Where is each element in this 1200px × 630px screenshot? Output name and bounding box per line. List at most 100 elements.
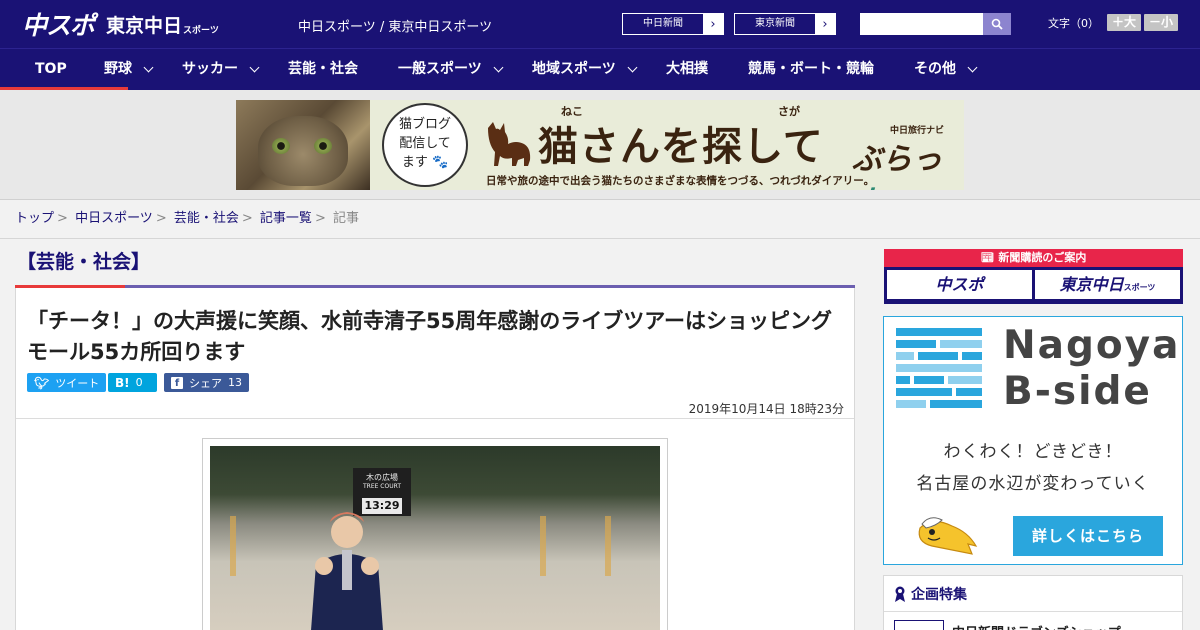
logo-sub-text: 東京中日 (106, 14, 183, 37)
breadcrumb-link[interactable]: 記事一覧 (260, 211, 312, 226)
tokyo-shimbun-link[interactable]: 東京新聞 › (734, 13, 836, 35)
breadcrumb-current: 記事 (332, 211, 359, 226)
logo-chuspo: 中スポ (22, 11, 95, 40)
cat-face (258, 116, 348, 186)
nav-item-racing[interactable]: 競馬・ボート・競輪 (748, 49, 874, 90)
facebook-share-button[interactable]: f シェア 13 (164, 373, 249, 392)
cat-photo (236, 100, 370, 190)
nav-item-top[interactable]: TOP (35, 49, 67, 90)
feature-item-label: 中日新聞ドラゴンズショップ (952, 622, 1121, 630)
chevron-down-icon (967, 62, 978, 73)
nav-label: 野球 (104, 61, 132, 77)
facebook-share-count: 13 (228, 376, 242, 389)
search-button[interactable] (983, 13, 1011, 35)
ext-link-label: 中日新聞 (623, 14, 703, 34)
search-input[interactable] (860, 13, 983, 35)
search-box (860, 13, 1011, 35)
article-headline: 「チータ！」の大声援に笑顔、水前寺清子55周年感謝のライブツアーはショッピングモ… (27, 309, 832, 364)
fried-shrimp-mascot-icon (918, 517, 978, 555)
article-datetime: 2019年10月14日 18時23分 (688, 402, 844, 416)
banner-title: 猫さんを探して (538, 124, 824, 170)
nav-label: 地域スポーツ (532, 61, 616, 77)
font-size-label: 文字（0） (1048, 16, 1099, 30)
nav-item-general-sports[interactable]: 一般スポーツ (398, 49, 504, 90)
nav-item-soccer[interactable]: サッカー (182, 49, 260, 90)
subscription-papers: 中スポ 東京中日スポーツ (884, 267, 1183, 302)
nav-item-sumo[interactable]: 大相撲 (666, 49, 708, 90)
chevron-right-icon: › (710, 16, 716, 32)
bside-title-2: B-side (1003, 369, 1152, 414)
facebook-icon: f (171, 376, 183, 389)
page-content: 【芸能・社会】 「チータ！」の大声援に笑顔、水前寺清子55周年感謝のライブツアー… (0, 239, 1200, 630)
photo-sign-en: TREE COURT (362, 483, 402, 490)
main-nav: TOP 野球 サッカー 芸能・社会 一般スポーツ 地域スポーツ 大相撲 競馬・ボ… (0, 48, 1200, 90)
bubble-line-text: ます (401, 155, 428, 170)
nav-label: TOP (35, 61, 67, 77)
paper-chuspo: 中スポ (887, 270, 1032, 299)
breadcrumb-link[interactable]: 芸能・社会 (174, 211, 239, 226)
paper-tokyo-chunichi: 東京中日スポーツ (1035, 270, 1180, 299)
bside-details-button[interactable]: 詳しくはこちら (1013, 516, 1163, 556)
hatena-count: 0 (135, 376, 143, 389)
breadcrumb-link[interactable]: トップ (15, 211, 54, 226)
chunichi-shimbun-link[interactable]: 中日新聞 › (622, 13, 724, 35)
bside-copy-1: わくわく！どきどき！ (943, 442, 1123, 462)
nav-label: その他 (914, 61, 956, 77)
cat-blog-banner[interactable]: 猫ブログ 配信して ます 🐾 ねこ さが 猫さんを探して 中日旅行ナビ ぶらっ人… (236, 100, 964, 190)
site-logo[interactable]: 中スポ 東京中日 スポーツ (22, 0, 219, 48)
photo-sign-text: 木の広場 (366, 473, 398, 482)
photo-lamp (605, 516, 611, 576)
nav-item-local-sports[interactable]: 地域スポーツ (532, 49, 638, 90)
breadcrumb-separator: > (155, 211, 167, 226)
ext-link-label: 東京新聞 (735, 14, 815, 34)
nav-item-other[interactable]: その他 (914, 49, 978, 90)
feature-section: 企画特集 中日新聞ドラゴンズショップ (883, 575, 1183, 630)
photo-lamp (540, 516, 546, 576)
breadcrumb-separator: > (57, 211, 68, 226)
feature-item[interactable]: 中日新聞ドラゴンズショップ (884, 612, 1182, 630)
article-category: 【芸能・社会】 (17, 251, 151, 273)
logo-tokyo-chunichi: 東京中日 スポーツ (106, 11, 219, 38)
banner-navi-main: ぶらっ (852, 142, 942, 177)
chevron-right-icon: › (822, 16, 828, 32)
paper2-text: 東京中日 (1059, 275, 1124, 294)
tweet-button[interactable]: 🐦︎ ツイート (27, 373, 107, 392)
font-smaller-button[interactable]: －小 (1144, 14, 1179, 31)
tweet-label: ツイート (55, 376, 100, 390)
bside-copy-2: 名古屋の水辺が変わっていく (916, 474, 1150, 494)
cat-eye (272, 138, 290, 154)
nav-label: 大相撲 (666, 61, 708, 77)
nav-label: 競馬・ボート・競輪 (748, 61, 874, 77)
breadcrumb: トップ > 中日スポーツ > 芸能・社会 > 記事一覧 > 記事 (0, 200, 1200, 239)
photo-lamp (230, 516, 236, 576)
font-larger-button[interactable]: ＋大 (1107, 14, 1142, 31)
paw-icon: 🐾 (431, 155, 449, 170)
breadcrumb-link[interactable]: 中日スポーツ (75, 211, 153, 226)
article-photo[interactable]: 木の広場 TREE COURT 13:29 (210, 446, 660, 630)
article-divider (16, 418, 854, 419)
chevron-down-icon (249, 62, 260, 73)
twitter-icon: 🐦︎ (34, 375, 50, 390)
breadcrumb-separator: > (241, 211, 253, 226)
breadcrumb-separator: > (314, 211, 326, 226)
facebook-share-label: シェア (189, 376, 222, 390)
nagoya-bside-ad[interactable]: Nagoya B-side わくわく！どきどき！ 名古屋の水辺が変わっていく 詳… (883, 316, 1183, 565)
nav-label: サッカー (182, 61, 238, 77)
bubble-line: 猫ブログ (398, 117, 451, 132)
banner-area: 猫ブログ 配信して ます 🐾 ねこ さが 猫さんを探して 中日旅行ナビ ぶらっ人… (0, 90, 1200, 200)
nav-label: 芸能・社会 (288, 61, 358, 77)
logo-sub-small: スポーツ (183, 25, 219, 36)
hatena-bookmark-button[interactable]: B! 0 (108, 373, 157, 392)
article: 「チータ！」の大声援に笑顔、水前寺清子55周年感謝のライブツアーはショッピングモ… (15, 288, 855, 630)
hatena-icon: B! (115, 375, 130, 390)
subscription-banner[interactable]: 📰︎ 新聞購読のご案内 中スポ 東京中日スポーツ (884, 249, 1183, 304)
subscription-header-text: 新聞購読のご案内 (998, 251, 1087, 264)
feature-header-text: 企画特集 (911, 586, 967, 603)
nav-item-entertainment[interactable]: 芸能・社会 (288, 49, 358, 90)
chevron-down-icon (493, 62, 504, 73)
nav-item-baseball[interactable]: 野球 (104, 49, 154, 90)
feature-header: 企画特集 (884, 576, 1182, 612)
bside-grid-logo (896, 328, 982, 408)
cat-silhouette-icon (488, 122, 531, 166)
ribbon-icon (895, 586, 905, 602)
